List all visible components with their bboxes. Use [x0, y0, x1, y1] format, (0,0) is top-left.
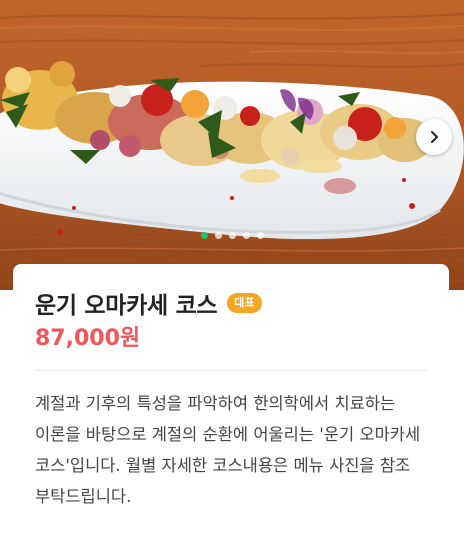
menu-detail-page: 운기 오마카세 코스 대표 87,000원 계절과 기후의 특성을 파악하여 한…: [0, 0, 464, 550]
menu-title-row: 운기 오마카세 코스 대표: [35, 286, 262, 320]
carousel-dot-2[interactable]: [214, 231, 222, 239]
carousel-indicators: [0, 230, 464, 240]
photo-carousel[interactable]: [0, 0, 464, 290]
carousel-dot-4[interactable]: [242, 231, 250, 239]
menu-price: 87,000원: [35, 326, 141, 351]
menu-description: 계절과 기후의 특성을 파악하여 한의학에서 치료하는 이론을 바탕으로 계절의…: [35, 394, 421, 506]
carousel-dot-1[interactable]: [200, 231, 208, 239]
food-photo: [0, 0, 464, 290]
carousel-dot-5[interactable]: [256, 231, 264, 239]
carousel-next-button[interactable]: [416, 119, 452, 155]
menu-title: 운기 오마카세 코스: [35, 293, 218, 319]
menu-info-card: 운기 오마카세 코스 대표 87,000원 계절과 기후의 특성을 파악하여 한…: [13, 264, 449, 550]
representative-badge: 대표: [227, 293, 262, 313]
carousel-dot-3[interactable]: [228, 231, 236, 239]
divider: [35, 370, 427, 371]
chevron-right-icon: [431, 131, 438, 143]
